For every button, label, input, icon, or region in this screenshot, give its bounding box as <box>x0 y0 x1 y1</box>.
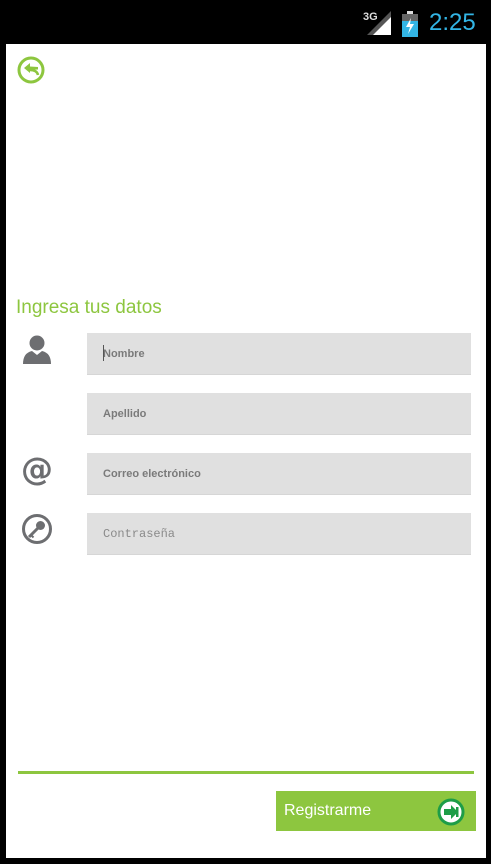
battery-charging-icon <box>402 11 418 37</box>
back-arrow-icon[interactable] <box>16 55 46 85</box>
password-input[interactable] <box>87 513 471 554</box>
register-button-label: Registrarme <box>284 802 372 819</box>
form-title: Ingresa tus datos <box>16 297 162 318</box>
clock: 2:25 <box>429 9 476 36</box>
last-name-input[interactable] <box>87 393 471 434</box>
register-button[interactable]: Registrarme <box>276 791 476 831</box>
first-name-input[interactable] <box>87 333 471 374</box>
svg-text:@: @ <box>21 452 53 486</box>
text-cursor <box>103 345 104 361</box>
email-field <box>87 453 471 495</box>
last-name-field <box>87 393 471 435</box>
first-name-field <box>87 333 471 375</box>
signup-screen: Ingresa tus datos @ Registrarme <box>6 44 486 858</box>
footer-divider <box>18 771 474 774</box>
key-icon <box>22 514 52 544</box>
password-field <box>87 513 471 555</box>
person-icon <box>23 335 51 364</box>
at-sign-icon: @ <box>21 452 53 486</box>
forward-circle-icon <box>437 798 465 826</box>
signal-icon <box>367 11 391 35</box>
status-bar: 3G 2:25 <box>0 0 491 44</box>
email-input[interactable] <box>87 453 471 494</box>
